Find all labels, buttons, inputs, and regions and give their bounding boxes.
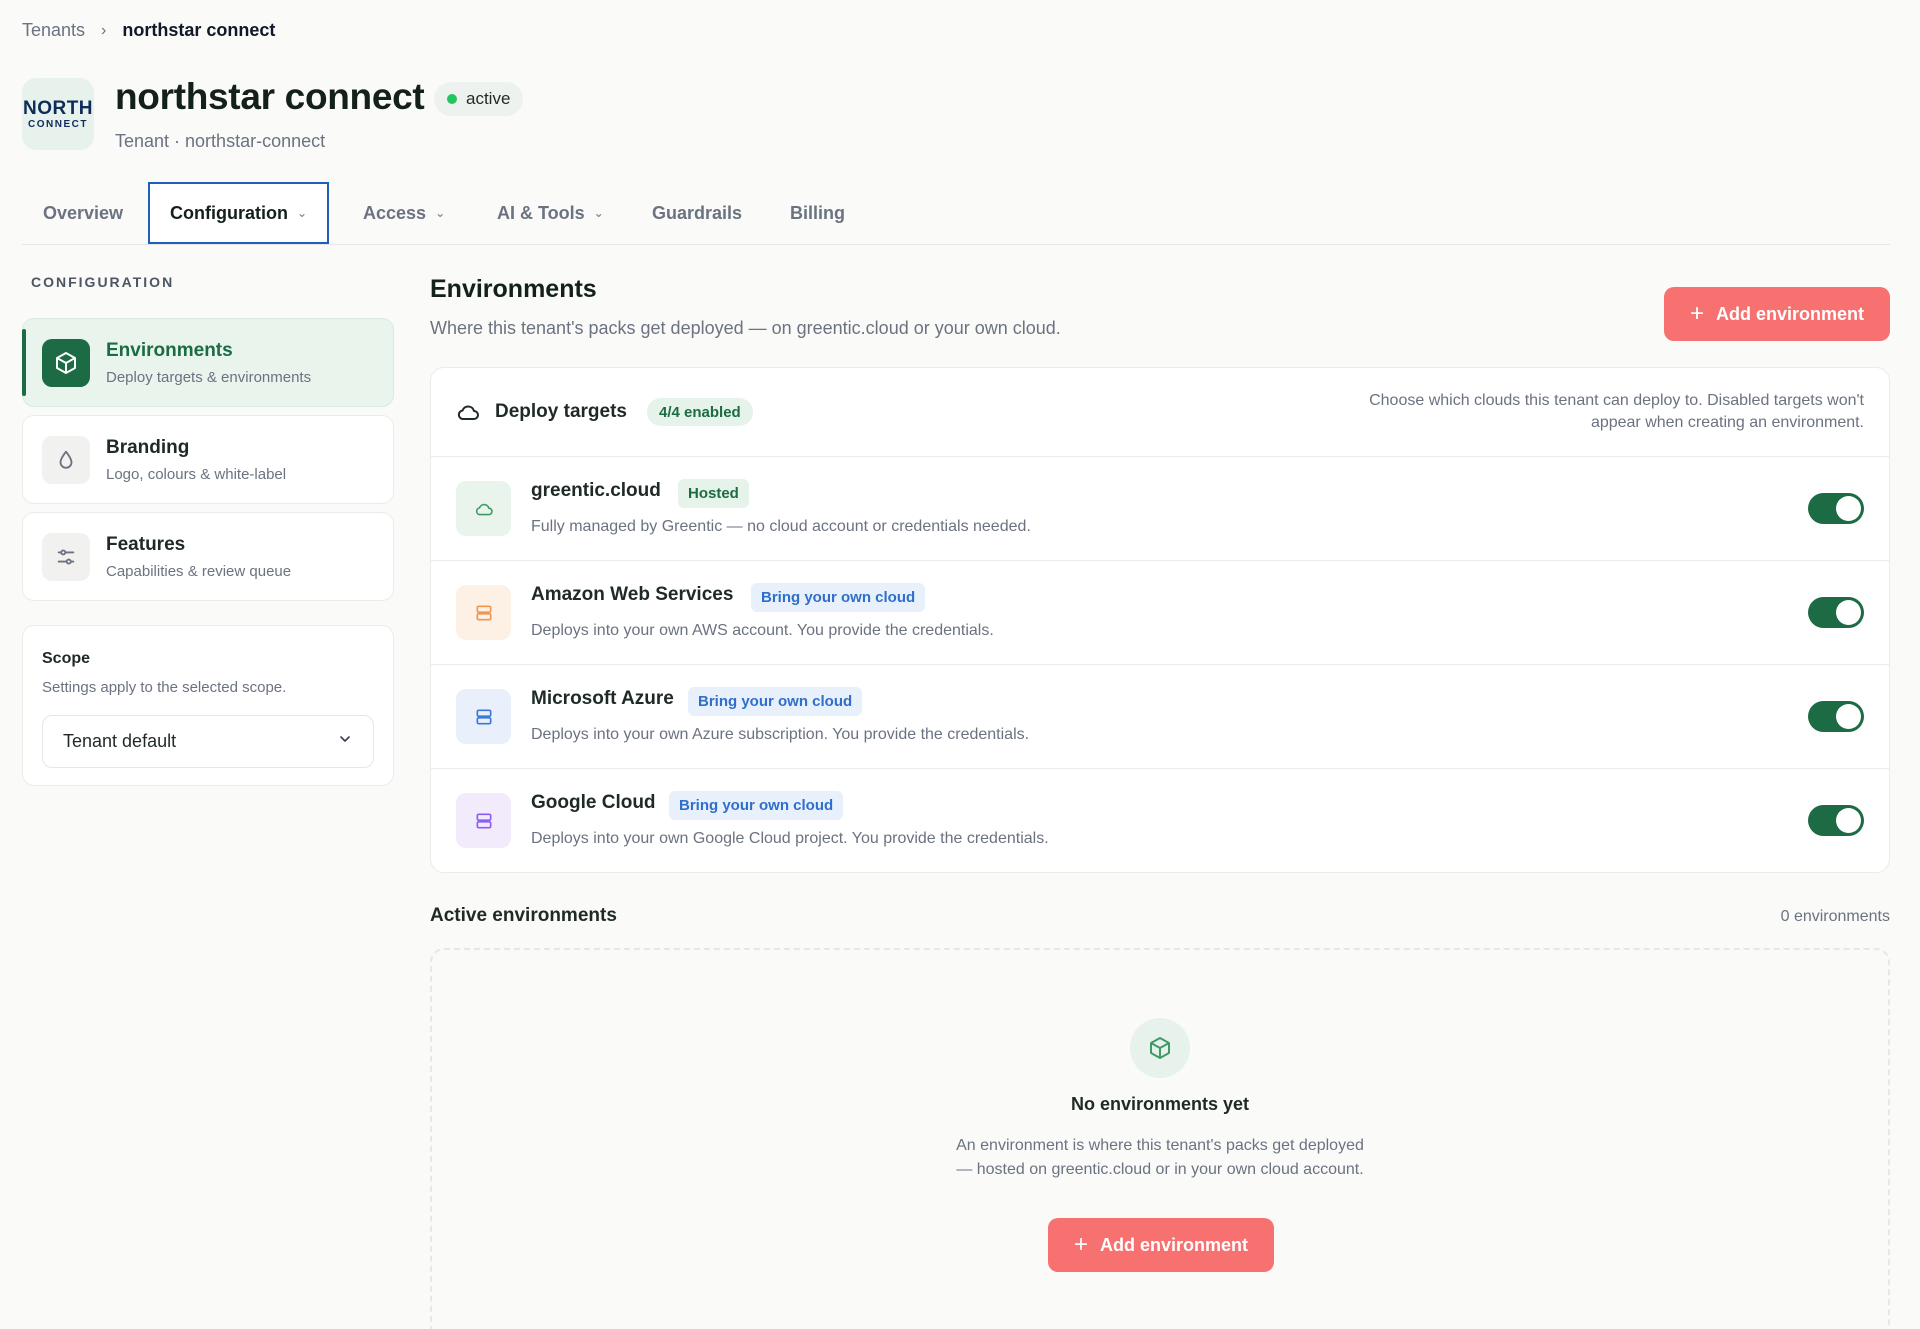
sidebar-item-features[interactable]: Features Capabilities & review queue xyxy=(22,512,394,601)
add-environment-label: Add environment xyxy=(1100,1234,1249,1255)
breadcrumb-tenants-link[interactable]: Tenants xyxy=(22,20,85,41)
sidebar-item-subtitle: Logo, colours & white-label xyxy=(106,465,287,483)
plus-icon: + xyxy=(1073,1231,1088,1258)
logo-text-top: NORTH xyxy=(22,97,94,119)
chevron-down-icon: ⌄ xyxy=(435,206,446,220)
cloud-icon xyxy=(456,402,480,427)
tab-overview-label: Overview xyxy=(43,202,124,223)
add-environment-label: Add environment xyxy=(1716,303,1865,324)
sidebar-item-subtitle: Capabilities & review queue xyxy=(106,562,292,580)
target-badge: Bring your own cloud xyxy=(669,791,844,820)
target-badge: Hosted xyxy=(678,479,749,508)
target-description: Deploys into your own AWS account. You p… xyxy=(531,622,994,639)
environments-count: 0 environments xyxy=(1780,908,1890,925)
server-icon xyxy=(456,689,511,744)
target-enabled-toggle[interactable] xyxy=(1808,701,1864,732)
breadcrumb-current: northstar connect xyxy=(122,20,276,40)
sidebar-item-title: Features xyxy=(106,533,186,555)
sidebar-section-label: CONFIGURATION xyxy=(31,274,175,290)
target-enabled-toggle[interactable] xyxy=(1808,597,1864,628)
target-description: Deploys into your own Azure subscription… xyxy=(531,726,1030,743)
server-icon xyxy=(456,585,511,640)
tab-billing-label: Billing xyxy=(790,202,845,223)
target-name: Amazon Web Services xyxy=(531,584,734,605)
active-environments-title: Active environments xyxy=(430,905,617,926)
tab-guardrails[interactable]: Guardrails xyxy=(652,182,742,244)
target-name: greentic.cloud xyxy=(531,480,661,501)
scope-subtitle: Settings apply to the selected scope. xyxy=(42,679,287,696)
scope-selected-value: Tenant default xyxy=(63,731,177,751)
logo-text-bottom: CONNECT xyxy=(28,118,88,130)
add-environment-button[interactable]: + Add environment xyxy=(1664,287,1890,341)
scope-title: Scope xyxy=(42,650,91,667)
target-description: Deploys into your own Google Cloud proje… xyxy=(531,830,1049,847)
target-name: Microsoft Azure xyxy=(531,688,674,709)
target-row-gcp: Google Cloud Bring your own cloud Deploy… xyxy=(431,769,1889,873)
cube-icon xyxy=(42,338,90,387)
chevron-down-icon: ⌄ xyxy=(593,206,604,220)
tab-access[interactable]: Access ⌄ xyxy=(363,182,445,244)
sliders-icon xyxy=(42,532,90,581)
deploy-targets-note: Choose which clouds this tenant can depl… xyxy=(1369,392,1864,431)
add-environment-empty-button[interactable]: + Add environment xyxy=(1048,1218,1274,1272)
page-subtitle: Tenant · northstar-connect xyxy=(115,131,326,151)
page-title: northstar connect xyxy=(115,76,425,117)
enabled-count-badge: 4/4 enabled xyxy=(647,398,753,426)
deploy-targets-title: Deploy targets xyxy=(495,401,627,422)
target-enabled-toggle[interactable] xyxy=(1808,805,1864,836)
tab-configuration-label: Configuration xyxy=(170,202,288,223)
tab-ai-tools-label: AI & Tools xyxy=(497,202,585,223)
sidebar-item-subtitle: Deploy targets & environments xyxy=(106,368,312,386)
chevron-down-icon xyxy=(337,731,353,752)
section-title: Environments xyxy=(430,275,597,303)
target-row-azure: Microsoft Azure Bring your own cloud Dep… xyxy=(431,665,1889,769)
tab-overview[interactable]: Overview xyxy=(43,182,123,244)
scope-card: Scope Settings apply to the selected sco… xyxy=(22,625,394,786)
empty-state-description: An environment is where this tenant's pa… xyxy=(956,1137,1364,1178)
server-icon xyxy=(456,793,511,848)
tab-guardrails-label: Guardrails xyxy=(652,202,743,223)
chevron-right-icon: › xyxy=(101,21,107,39)
deploy-targets-header: Deploy targets 4/4 enabled Choose which … xyxy=(431,368,1889,457)
tab-configuration[interactable]: Configuration ⌄ xyxy=(148,182,330,244)
tab-bar: Overview Configuration ⌄ Access ⌄ AI & T… xyxy=(22,182,1890,245)
target-badge: Bring your own cloud xyxy=(688,687,863,716)
sidebar-item-title: Environments xyxy=(106,339,233,361)
tab-access-label: Access xyxy=(363,202,427,223)
breadcrumb: Tenants › northstar connect xyxy=(22,20,275,41)
status-badge: active xyxy=(434,82,524,116)
empty-state: No environments yet An environment is wh… xyxy=(430,948,1890,1329)
target-description: Fully managed by Greentic — no cloud acc… xyxy=(531,518,1031,535)
sidebar-item-title: Branding xyxy=(106,436,190,458)
tab-ai-tools[interactable]: AI & Tools ⌄ xyxy=(497,182,604,244)
plus-icon: + xyxy=(1689,300,1704,327)
cloud-icon xyxy=(456,481,511,536)
droplet-icon xyxy=(42,435,90,484)
section-subtitle: Where this tenant's packs get deployed —… xyxy=(430,318,1061,338)
empty-state-title: No environments yet xyxy=(1070,1094,1250,1114)
tab-billing[interactable]: Billing xyxy=(790,182,845,244)
target-name: Google Cloud xyxy=(531,792,656,813)
scope-select[interactable]: Tenant default xyxy=(42,715,374,768)
target-badge: Bring your own cloud xyxy=(751,583,926,612)
target-row-greentic: greentic.cloud Hosted Fully managed by G… xyxy=(431,457,1889,561)
cube-icon xyxy=(1130,1018,1190,1078)
target-row-aws: Amazon Web Services Bring your own cloud… xyxy=(431,561,1889,665)
chevron-down-icon: ⌄ xyxy=(296,206,308,220)
tenant-logo: NORTH CONNECT xyxy=(22,78,94,150)
sidebar-item-environments[interactable]: Environments Deploy targets & environmen… xyxy=(22,318,394,407)
target-enabled-toggle[interactable] xyxy=(1808,493,1864,524)
sidebar-item-branding[interactable]: Branding Logo, colours & white-label xyxy=(22,415,394,504)
deploy-targets-card: Deploy targets 4/4 enabled Choose which … xyxy=(430,367,1890,873)
status-label: active xyxy=(466,89,511,108)
status-dot-icon xyxy=(447,94,457,104)
